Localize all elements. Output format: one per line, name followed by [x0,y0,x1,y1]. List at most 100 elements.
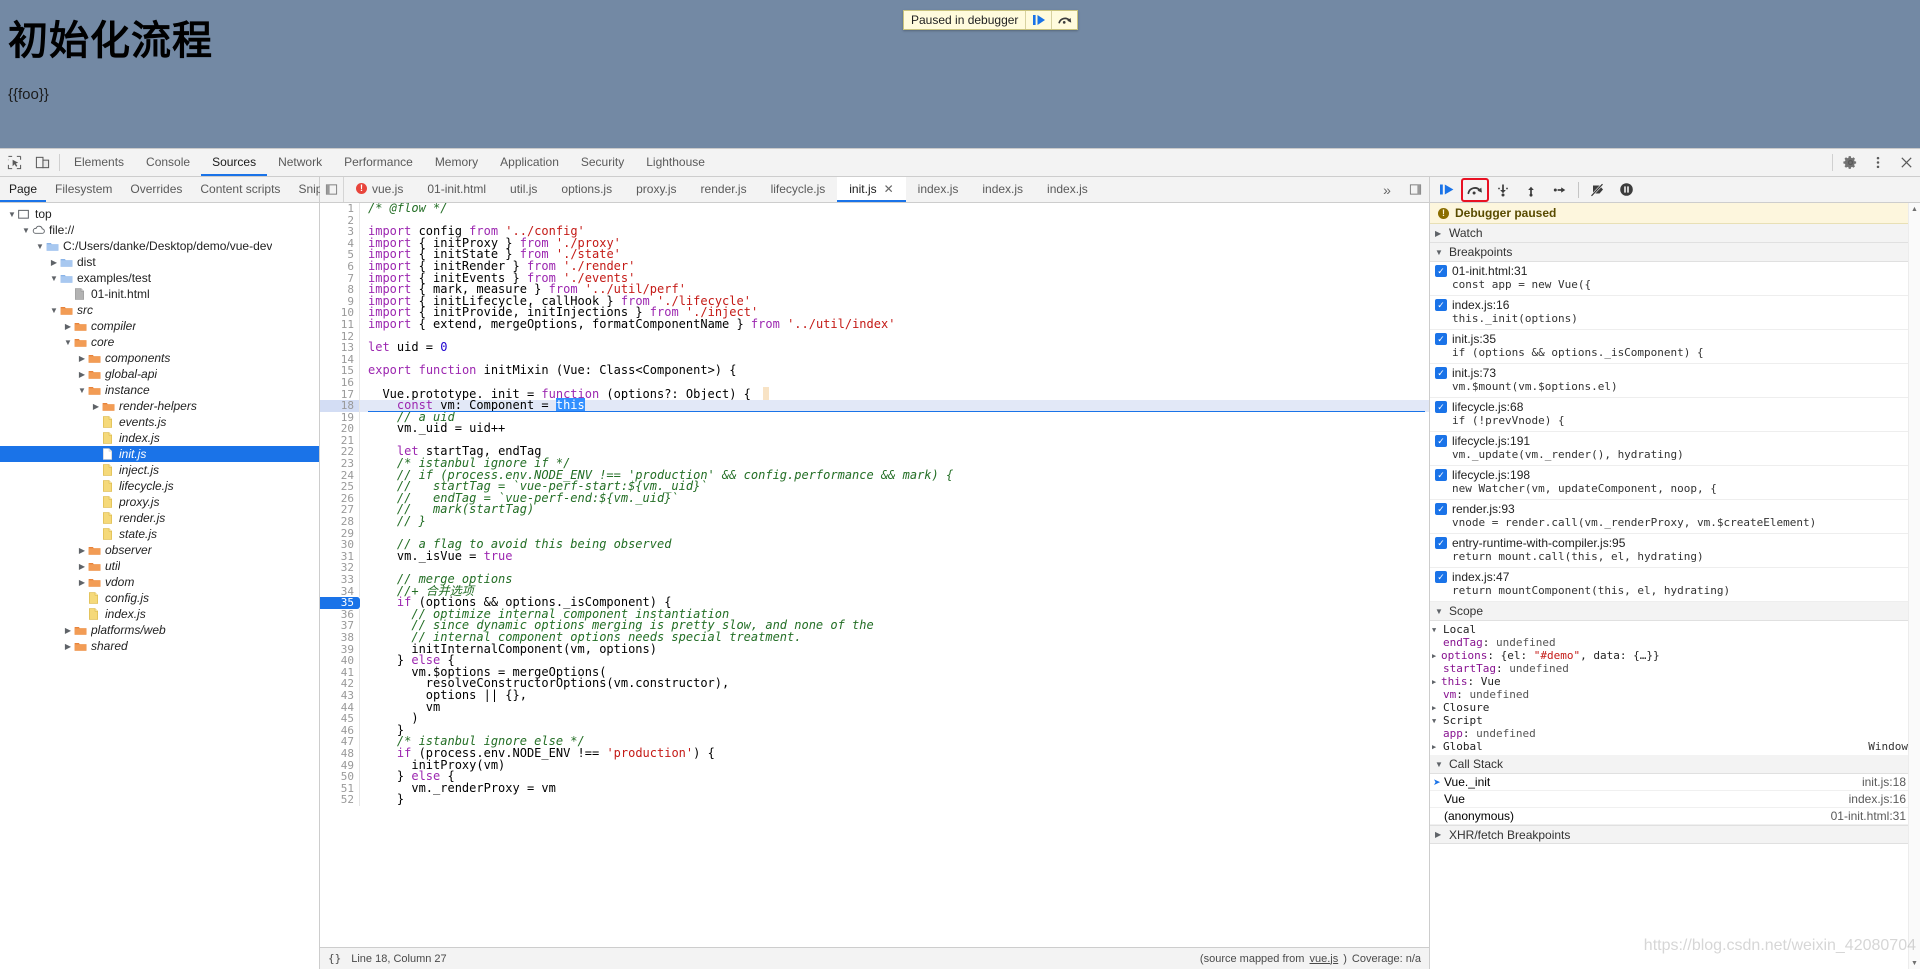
pause-on-exceptions-button[interactable] [1613,179,1639,201]
line-number[interactable]: 16 [320,377,360,389]
line-number[interactable]: 50 [320,771,360,783]
line-number[interactable]: 21 [320,435,360,447]
chevron-down-icon[interactable]: ▼ [20,226,32,235]
line-number[interactable]: 40 [320,655,360,667]
line-number[interactable]: 19 [320,412,360,424]
show-debugger-sidebar-button[interactable] [1401,177,1429,202]
line-number[interactable]: 27 [320,504,360,517]
breakpoints-section-header[interactable]: ▼ Breakpoints [1430,243,1920,262]
file-tree-folder[interactable]: ▼ core [0,334,319,350]
file-tree-folder[interactable]: ▶ platforms/web [0,622,319,638]
code-line[interactable]: 39 initInternalComponent(vm, options) [320,643,1429,656]
breakpoint-item[interactable]: ✓ lifecycle.js:198 new Watcher(vm, updateC… [1430,466,1920,500]
file-tree-file[interactable]: proxy.js [0,494,319,510]
breakpoint-item[interactable]: ✓ render.js:93 vnode = render.call(vm._ren… [1430,500,1920,534]
scope-variable[interactable]: startTag: undefined [1430,662,1920,675]
line-number[interactable]: 39 [320,643,360,656]
scope-variable[interactable]: ▶ options: {el: "#demo", data: {…}} [1430,649,1920,662]
line-number[interactable]: 46 [320,725,360,737]
line-number[interactable]: 12 [320,330,360,343]
breakpoint-item[interactable]: ✓ index.js:16 this._init(options) [1430,296,1920,330]
close-tab-icon[interactable]: ✕ [884,182,894,196]
chevron-down-icon[interactable]: ▼ [48,274,60,283]
chevron-right-icon[interactable]: ▶ [1432,652,1441,660]
devtools-tab-performance[interactable]: Performance [333,149,424,176]
line-number[interactable]: 28 [320,516,360,528]
call-stack-row[interactable]: ➤ Vue._init init.js:18 [1430,774,1920,791]
code-line[interactable]: 28 // } [320,515,1429,528]
scope-variable[interactable]: app: undefined [1430,727,1920,740]
line-number[interactable]: 42 [320,678,360,690]
chevron-right-icon[interactable]: ▶ [62,322,74,331]
editor-tab-util-js[interactable]: util.js [498,177,550,202]
code-line[interactable]: 11 import { extend, mergeOptions, formatC… [320,318,1429,331]
scroll-down-icon[interactable]: ▼ [1909,957,1920,969]
line-number[interactable]: 29 [320,528,360,540]
scope-group-local[interactable]: ▼ Local [1430,623,1920,636]
deactivate-breakpoints-button[interactable] [1585,179,1611,201]
file-tree-file[interactable]: config.js [0,590,319,606]
file-tree-folder[interactable]: ▶ components [0,350,319,366]
file-tree[interactable]: ▼ top ▼ file://▼ C:/Users/danke/Desktop/demo… [0,203,319,969]
breakpoint-checkbox[interactable]: ✓ [1435,503,1447,515]
scope-group-script[interactable]: ▼ Script [1430,714,1920,727]
navigator-tab-content-scripts[interactable]: Content scripts [191,177,289,202]
chevron-down-icon[interactable]: ▼ [48,306,60,315]
file-tree-file[interactable]: index.js [0,430,319,446]
scope-variable[interactable]: endTag: undefined [1430,636,1920,649]
line-number[interactable]: 31 [320,551,360,563]
scroll-up-icon[interactable]: ▲ [1909,203,1920,215]
line-number[interactable]: 2 [320,214,360,227]
chevron-right-icon[interactable]: ▶ [76,370,88,379]
file-tree-folder[interactable]: ▼ file:// [0,222,319,238]
code-line[interactable]: 15 export function initMixin (Vue: Class<… [320,364,1429,377]
more-options-button[interactable] [1864,149,1892,176]
devtools-tab-sources[interactable]: Sources [201,149,268,176]
breakpoint-item[interactable]: ✓ index.js:47 return mountComponent(this, … [1430,568,1920,602]
file-tree-folder[interactable]: ▼ src [0,302,319,318]
file-tree-folder[interactable]: ▶ render-helpers [0,398,319,414]
editor-tab-overflow-button[interactable]: » [1373,177,1401,202]
line-number[interactable]: 22 [320,446,360,459]
call-stack-row[interactable]: (anonymous) 01-init.html:31 [1430,808,1920,825]
line-number[interactable]: 14 [320,354,360,366]
line-number[interactable]: 4 [320,238,360,250]
editor-tab-render-js[interactable]: render.js [688,177,759,202]
chevron-right-icon[interactable]: ▶ [62,626,74,635]
navigator-tab-filesystem[interactable]: Filesystem [46,177,121,202]
breakpoint-checkbox[interactable]: ✓ [1435,401,1447,413]
line-number[interactable]: 43 [320,690,360,702]
file-tree-folder[interactable]: ▼ C:/Users/danke/Desktop/demo/vue-dev [0,238,319,254]
chevron-right-icon[interactable]: ▶ [62,642,74,651]
breakpoint-item[interactable]: ✓ lifecycle.js:68 if (!prevVnode) { [1430,398,1920,432]
chevron-right-icon[interactable]: ▶ [1432,678,1441,686]
line-number[interactable]: 13 [320,342,360,354]
breakpoint-checkbox[interactable]: ✓ [1435,435,1447,447]
file-tree-file[interactable]: lifecycle.js [0,478,319,494]
editor-tab-vue-js[interactable]: ! vue.js [344,177,416,202]
breakpoint-checkbox[interactable]: ✓ [1435,299,1447,311]
step-into-next-function-call-button[interactable] [1490,179,1516,201]
line-number[interactable]: 3 [320,226,360,238]
code-view[interactable]: 1/* @flow */2 3 import config from '../con… [320,203,1429,947]
file-tree-file[interactable]: 01-init.html [0,286,319,302]
breakpoint-checkbox[interactable]: ✓ [1435,571,1447,583]
line-number[interactable]: 32 [320,562,360,574]
editor-tab-index-js[interactable]: index.js [1035,177,1100,202]
editor-tab-init-js[interactable]: init.js ✕ [837,177,906,202]
debugger-scrollbar[interactable]: ▲ ▼ [1908,203,1920,969]
code-line[interactable]: 51 vm._renderProxy = vm [320,782,1429,795]
line-number[interactable]: 45 [320,713,360,725]
code-line[interactable]: 49 initProxy(vm) [320,759,1429,772]
chevron-down-icon[interactable]: ▼ [62,338,74,347]
breakpoint-checkbox[interactable]: ✓ [1435,537,1447,549]
line-number[interactable]: 30 [320,539,360,551]
navigator-tab-overrides[interactable]: Overrides [121,177,191,202]
line-number[interactable]: 7 [320,272,360,285]
line-number[interactable]: 51 [320,783,360,795]
code-line[interactable]: 12 [320,330,1429,343]
breakpoint-checkbox[interactable]: ✓ [1435,367,1447,379]
chevron-right-icon[interactable]: ▶ [48,258,60,267]
line-number[interactable]: 8 [320,284,360,296]
navigator-tab-page[interactable]: Page [0,177,47,202]
